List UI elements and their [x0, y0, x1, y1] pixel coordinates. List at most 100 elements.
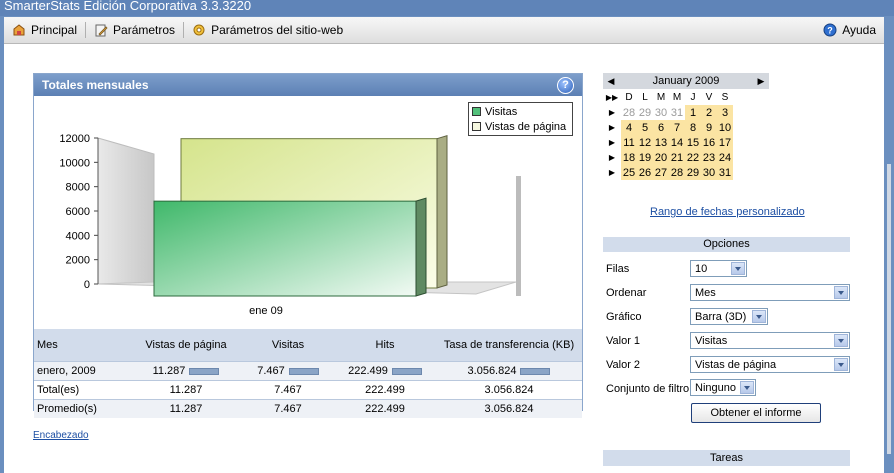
- calendar-day[interactable]: 17: [717, 135, 733, 150]
- valor2-select[interactable]: Vistas de página: [690, 356, 850, 373]
- calendar-day[interactable]: 23: [701, 150, 717, 165]
- calendar-day[interactable]: 13: [653, 135, 669, 150]
- help-icon: ?: [823, 23, 837, 37]
- cell-vistas-value: 11.287: [152, 365, 186, 377]
- page-scrollbar[interactable]: [884, 44, 894, 473]
- chevron-down-icon: [834, 286, 848, 299]
- calendar-day[interactable]: 6: [653, 120, 669, 135]
- calendar-day[interactable]: 28: [621, 105, 637, 120]
- calendar-day[interactable]: 5: [637, 120, 653, 135]
- filtro-select[interactable]: Ninguno: [690, 379, 756, 396]
- select-week-button[interactable]: ▶: [603, 135, 621, 150]
- calendar-day[interactable]: 4: [621, 120, 637, 135]
- bar-vistas-de-pagina-side: [436, 135, 448, 289]
- calendar-day[interactable]: 30: [701, 165, 717, 180]
- grafico-value: Barra (3D): [695, 311, 747, 323]
- calendar-day[interactable]: 12: [637, 135, 653, 150]
- cell-hits-value: 222.499: [348, 365, 388, 377]
- svg-text:?: ?: [827, 26, 833, 36]
- calendar-day[interactable]: 11: [621, 135, 637, 150]
- filtro-label: Conjunto de filtro: [606, 383, 690, 395]
- valor1-value: Visitas: [695, 335, 728, 347]
- col-visitas: Visitas: [242, 329, 334, 362]
- calendar-day[interactable]: 30: [653, 105, 669, 120]
- calendar-day[interactable]: 25: [621, 165, 637, 180]
- valor1-label: Valor 1: [606, 335, 641, 347]
- panel-help-icon[interactable]: ?: [557, 77, 574, 94]
- calendar-day[interactable]: 26: [637, 165, 653, 180]
- y-tick-label: 2000: [66, 255, 90, 267]
- calendar-day[interactable]: 7: [669, 120, 685, 135]
- select-week-button[interactable]: ▶: [603, 105, 621, 120]
- day-of-week: M: [672, 92, 682, 103]
- calendar-day[interactable]: 2: [701, 105, 717, 120]
- valor1-select[interactable]: Visitas: [690, 332, 850, 349]
- filas-select[interactable]: 10: [690, 260, 747, 277]
- table-row: Total(es) 11.287 7.467 222.499 3.056.824: [34, 380, 582, 400]
- encabezado-link[interactable]: Encabezado: [33, 430, 89, 441]
- cell-vistas: 11.287: [130, 380, 242, 400]
- bar-visitas-side: [415, 197, 427, 297]
- calendar-day[interactable]: 15: [685, 135, 701, 150]
- calendar-week-row: ▶ 4 5 6 7 8 9 10: [603, 120, 733, 135]
- tasks-header: Tareas: [603, 450, 850, 466]
- inline-bar: [520, 367, 551, 375]
- grafico-select[interactable]: Barra (3D): [690, 308, 768, 325]
- day-of-week: M: [656, 92, 666, 103]
- calendar-dow-row: ▶▶ D L M M J V S: [603, 90, 733, 105]
- day-of-week: D: [625, 92, 633, 103]
- calendar-week-row: ▶ 28 29 30 31 1 2 3: [603, 105, 733, 120]
- legend-swatch-vistas: [472, 122, 481, 131]
- get-report-button[interactable]: Obtener el informe: [691, 403, 821, 423]
- cell-tasa-value: 3.056.824: [467, 365, 517, 377]
- calendar-day[interactable]: 28: [669, 165, 685, 180]
- select-week-button[interactable]: ▶: [603, 150, 621, 165]
- chevron-down-icon: [834, 334, 848, 347]
- chart-area: 0 2000 4000 6000 8000 10000 12000 ene 09 Visita…: [34, 96, 582, 328]
- calendar-day[interactable]: 29: [685, 165, 701, 180]
- custom-range-link[interactable]: Rango de fechas personalizado: [650, 206, 805, 218]
- toolbar-parametros[interactable]: Parámetros: [86, 17, 183, 43]
- valor2-label: Valor 2: [606, 359, 641, 371]
- calendar-month-label: January 2009: [652, 75, 720, 87]
- calendar-day[interactable]: 19: [637, 150, 653, 165]
- window-title: SmarterStats Edición Corporativa 3.3.322…: [0, 0, 894, 16]
- calendar-day[interactable]: 14: [669, 135, 685, 150]
- cell-mes: Total(es): [34, 380, 130, 400]
- select-week-button[interactable]: ▶: [603, 165, 621, 180]
- select-week-button[interactable]: ▶: [603, 120, 621, 135]
- calendar-day[interactable]: 16: [701, 135, 717, 150]
- calendar-day[interactable]: 31: [669, 105, 685, 120]
- cell-hits: 222.499: [334, 361, 436, 381]
- calendar-day[interactable]: 3: [717, 105, 733, 120]
- ordenar-select[interactable]: Mes: [690, 284, 850, 301]
- calendar-day[interactable]: 1: [685, 105, 701, 120]
- calendar-day[interactable]: 27: [653, 165, 669, 180]
- calendar-day[interactable]: 8: [685, 120, 701, 135]
- calendar-next-button[interactable]: ▶: [753, 76, 769, 87]
- cell-vistas: 11.287: [130, 361, 242, 381]
- calendar-day[interactable]: 10: [717, 120, 733, 135]
- toolbar-parametros-sitio[interactable]: Parámetros del sitio-web: [184, 17, 351, 43]
- calendar-day[interactable]: 9: [701, 120, 717, 135]
- col-hits: Hits: [334, 329, 436, 362]
- toolbar: Principal Parámetros Parámetros del siti…: [4, 17, 884, 44]
- cell-mes: Promedio(s): [34, 399, 130, 418]
- toolbar-principal[interactable]: Principal: [4, 17, 85, 43]
- toolbar-ayuda[interactable]: ? Ayuda: [815, 17, 884, 43]
- calendar-day[interactable]: 29: [637, 105, 653, 120]
- calendar-prev-button[interactable]: ◀: [603, 76, 619, 87]
- calendar-day[interactable]: 24: [717, 150, 733, 165]
- select-month-button[interactable]: ▶▶: [603, 90, 621, 105]
- chart-legend: Visitas Vistas de página: [468, 102, 573, 136]
- table-row: enero, 2009 11.287 7.467 222.499 3.056.8…: [34, 361, 582, 381]
- calendar-day[interactable]: 20: [653, 150, 669, 165]
- scrollbar-thumb[interactable]: [887, 164, 891, 454]
- panel-header: Totales mensuales ?: [34, 74, 582, 96]
- inline-bar: [391, 367, 422, 375]
- calendar-day[interactable]: 18: [621, 150, 637, 165]
- calendar-day[interactable]: 31: [717, 165, 733, 180]
- calendar-day[interactable]: 21: [669, 150, 685, 165]
- calendar-day[interactable]: 22: [685, 150, 701, 165]
- cell-mes: enero, 2009: [34, 361, 130, 381]
